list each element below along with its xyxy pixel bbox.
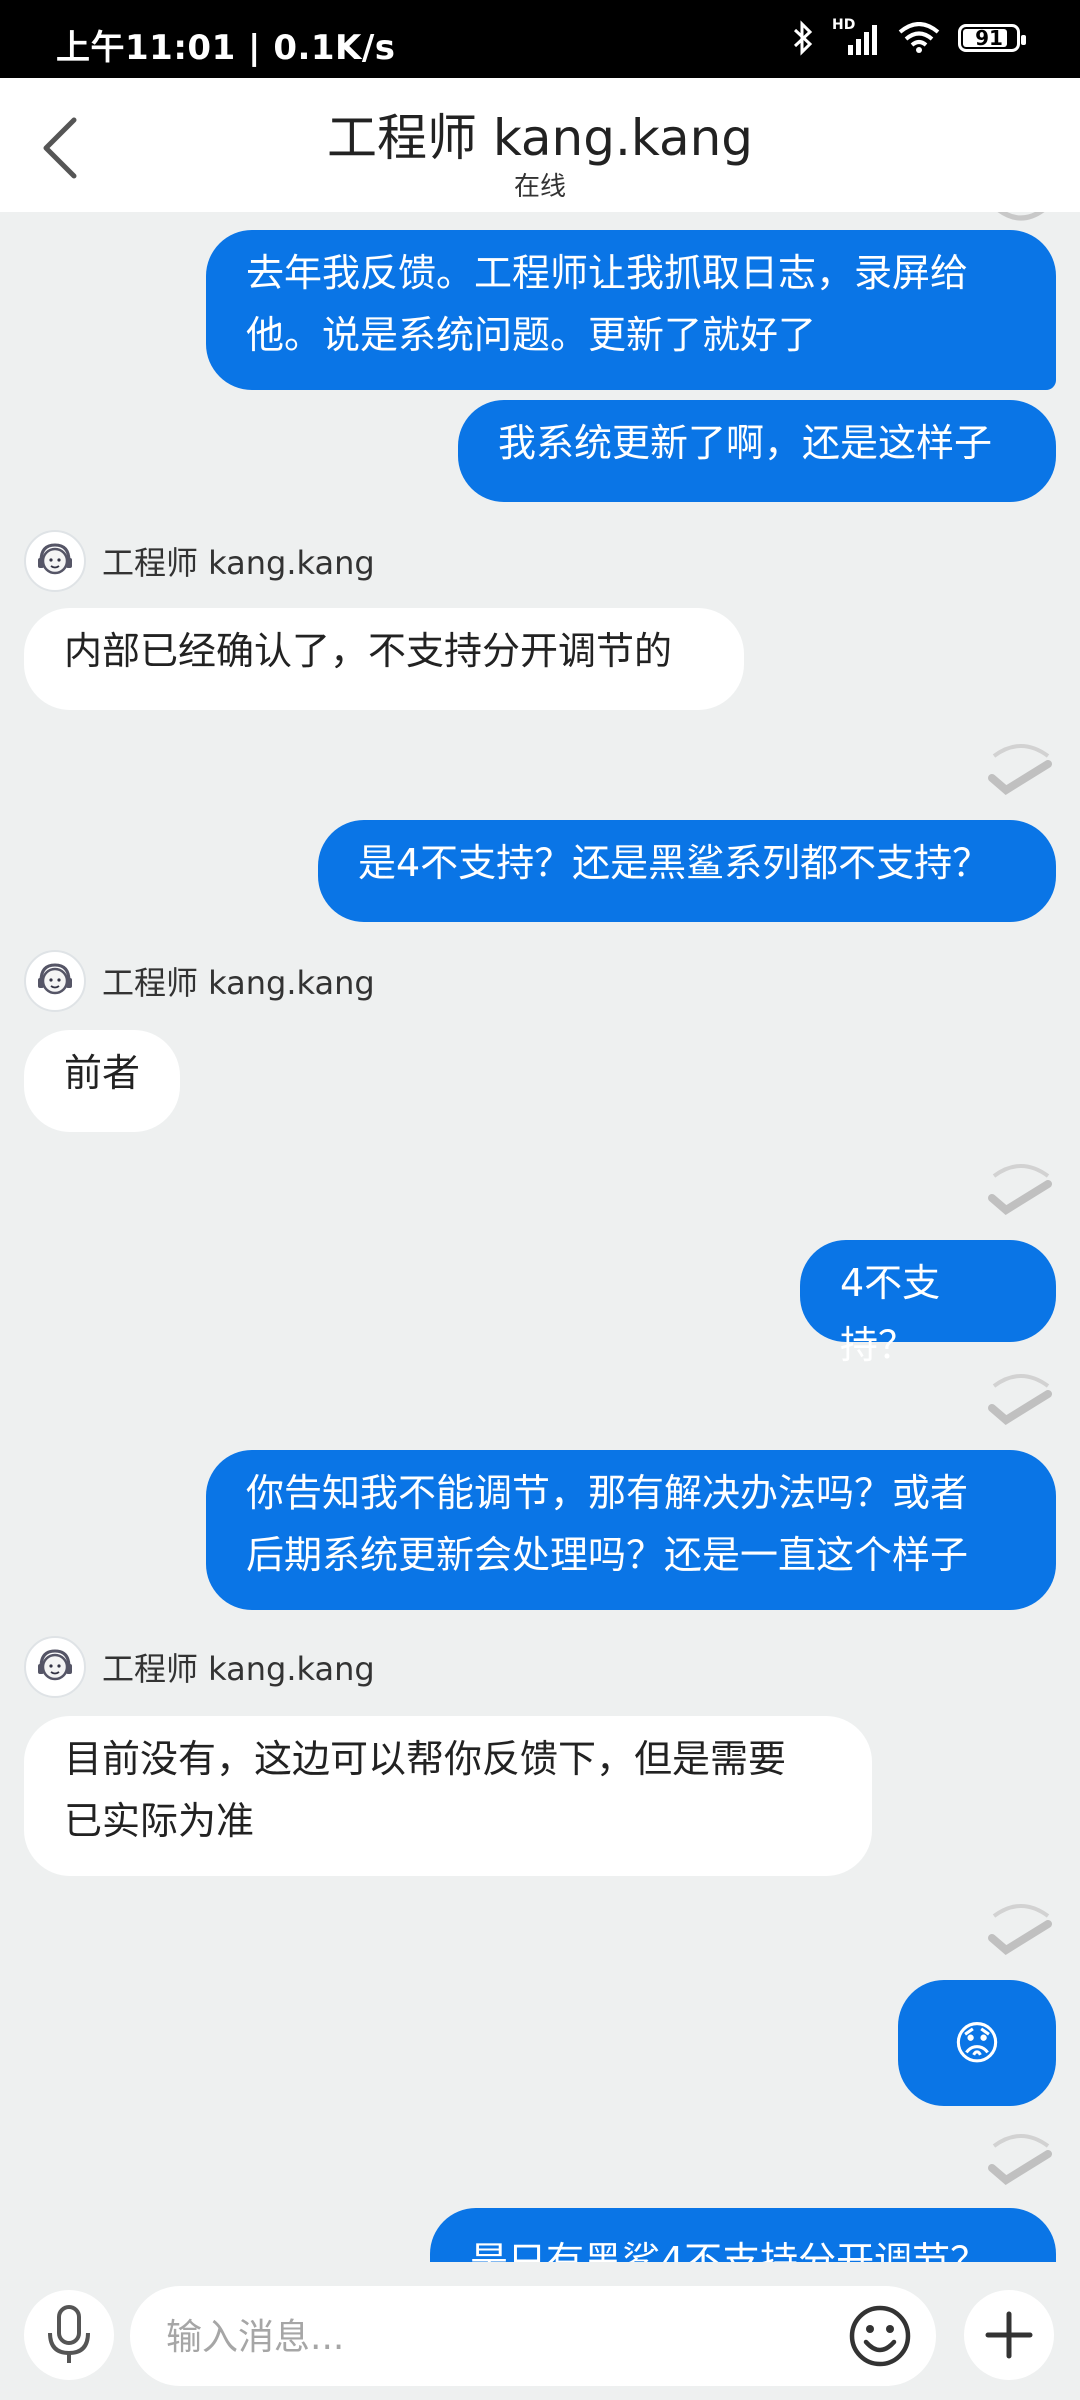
- chat-header: 工程师 kang.kang 在线: [0, 78, 1080, 212]
- message-bubble-incoming[interactable]: 内部已经确认了，不支持分开调节的: [24, 608, 744, 710]
- message-bubble-incoming[interactable]: 目前没有，这边可以帮你反馈下，但是需要 已实际为准: [24, 1716, 872, 1876]
- sender-row: 工程师 kang.kang: [24, 950, 375, 1012]
- sender-row: 工程师 kang.kang: [24, 1636, 375, 1698]
- online-status: 在线: [513, 172, 566, 202]
- message-bubble-outgoing[interactable]: 是只有黑鲨4不支持分开调节？: [430, 2208, 1056, 2262]
- battery-icon: 91: [958, 24, 1026, 52]
- input-bar: [0, 2262, 1080, 2400]
- plus-icon: [985, 2311, 1033, 2359]
- message-input-container[interactable]: [130, 2286, 936, 2386]
- message-bubble-outgoing[interactable]: 去年我反馈。工程师让我抓取日志，录屏给 他。说是系统问题。更新了就好了: [206, 230, 1056, 390]
- status-time-speed: 上午11:01 | 0.1K/s: [56, 28, 396, 68]
- emoji-button[interactable]: [846, 2302, 914, 2370]
- page-title: 工程师 kang.kang: [326, 109, 754, 167]
- message-bubble-outgoing[interactable]: 是4不支持？还是黑鲨系列都不支持？: [318, 820, 1056, 922]
- read-indicator-icon: [988, 2134, 1052, 2185]
- message-bubble-outgoing[interactable]: 4不支持？: [800, 1240, 1056, 1367]
- wifi-icon: [898, 22, 940, 53]
- signal-icon: HD: [832, 17, 880, 55]
- headset-agent-icon: [38, 1649, 72, 1681]
- sender-row: 工程师 kang.kang: [24, 530, 375, 592]
- headset-agent-icon: [38, 963, 72, 995]
- avatar[interactable]: [24, 1636, 86, 1698]
- bluetooth-icon: [793, 20, 813, 56]
- voice-input-button[interactable]: [24, 2290, 114, 2380]
- sad-face-emoji: 😟: [953, 2016, 1001, 2070]
- status-bar: 上午11:01 | 0.1K/s HD 91: [0, 0, 1080, 78]
- sender-name: 工程师 kang.kang: [102, 544, 375, 582]
- sender-name: 工程师 kang.kang: [102, 964, 375, 1002]
- message-bubble-outgoing[interactable]: 我系统更新了啊，还是这样子: [458, 400, 1056, 502]
- read-indicator-icon: [988, 1164, 1052, 1215]
- sender-name: 工程师 kang.kang: [102, 1650, 375, 1688]
- message-bubble-incoming[interactable]: 前者: [24, 1030, 180, 1132]
- read-indicator-icon: [988, 744, 1052, 795]
- avatar[interactable]: [24, 530, 86, 592]
- read-indicator-icon: [997, 212, 1045, 221]
- read-indicator-icon: [988, 1374, 1052, 1425]
- headset-agent-icon: [38, 543, 72, 575]
- chat-messages[interactable]: 去年我反馈。工程师让我抓取日志，录屏给 他。说是系统问题。更新了就好了 我系统更…: [0, 212, 1080, 2262]
- message-bubble-outgoing[interactable]: 😟: [898, 1980, 1056, 2106]
- avatar[interactable]: [24, 950, 86, 1012]
- message-input[interactable]: [164, 2310, 768, 2364]
- read-indicator-icon: [988, 1904, 1052, 1955]
- microphone-icon: [48, 2305, 90, 2363]
- message-bubble-outgoing[interactable]: 你告知我不能调节，那有解决办法吗？或者 后期系统更新会处理吗？还是一直这个样子: [206, 1450, 1056, 1610]
- more-options-button[interactable]: [964, 2290, 1054, 2380]
